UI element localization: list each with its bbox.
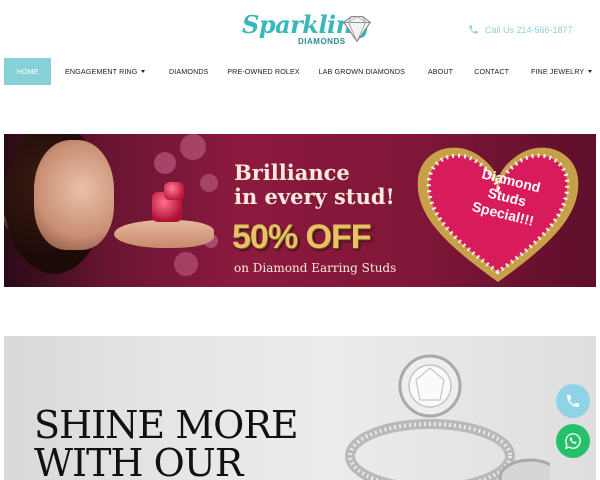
nav-label: HOME <box>16 67 39 76</box>
nav-item-lab-grown-diamonds[interactable]: LAB GROWN DIAMONDS <box>313 58 411 85</box>
site-logo[interactable]: Sparkling DIAMONDS <box>238 10 378 50</box>
whatsapp-icon <box>564 433 581 450</box>
phone-text: Call Us 214-566-1877 <box>485 24 573 35</box>
nav-label: PRE-OWNED ROLEX <box>227 67 300 76</box>
diamond-icon <box>343 16 371 43</box>
hero-title: SHINE MORE WITH OUR <box>34 403 299 480</box>
model-hand <box>114 220 214 248</box>
nav-label: DIAMONDS <box>169 67 209 76</box>
call-button[interactable] <box>556 384 590 418</box>
bokeh-light <box>200 174 218 192</box>
bokeh-light <box>174 252 198 276</box>
nav-label: ABOUT <box>427 67 454 76</box>
whatsapp-button[interactable] <box>556 424 590 458</box>
bokeh-light <box>154 152 176 174</box>
nav-label: LAB GROWN DIAMONDS <box>318 67 406 76</box>
engagement-ring-image <box>345 354 550 480</box>
chevron-down-icon <box>588 70 593 73</box>
hero-section: SHINE MORE WITH OUR <box>4 336 596 480</box>
banner-subline: on Diamond Earring Studs <box>234 261 397 275</box>
site-header: Sparkling DIAMONDS Call Us 214-566-1877 <box>0 0 600 58</box>
nav-item-pre-owned-rolex[interactable]: PRE-OWNED ROLEX <box>222 58 304 85</box>
promo-banner[interactable]: Brilliance in every stud! 50% OFF on Dia… <box>4 134 596 287</box>
banner-offer: 50% OFF <box>232 218 371 256</box>
nav-item-diamonds[interactable]: DIAMONDS <box>159 58 218 85</box>
banner-headline-1: Brilliance <box>234 160 350 185</box>
nav-item-about[interactable]: ABOUT <box>421 58 460 85</box>
phone-icon <box>567 395 579 407</box>
hero-title-line-1: SHINE MORE <box>34 403 299 447</box>
nav-label: FINE JEWELRY <box>530 67 585 76</box>
nav-label: CONTACT <box>474 67 510 76</box>
ring-box-lid <box>164 182 184 200</box>
nav-item-engagement-ring[interactable]: ENGAGEMENT RING <box>57 58 153 85</box>
header-phone-link[interactable]: Call Us 214-566-1877 <box>468 24 573 35</box>
nav-label: ENGAGEMENT RING <box>65 67 138 76</box>
banner-headline-2: in every stud! <box>234 184 395 209</box>
phone-icon <box>469 25 478 34</box>
bokeh-light <box>180 134 206 160</box>
nav-item-home[interactable]: HOME <box>4 58 52 85</box>
nav-item-fine-jewelry[interactable]: FINE JEWELRY <box>527 58 596 85</box>
main-nav: HOME ENGAGEMENT RING DIAMONDS PRE-OWNED … <box>4 58 596 85</box>
model-face <box>34 140 114 250</box>
chevron-down-icon <box>141 70 146 73</box>
hero-title-line-2: WITH OUR <box>34 441 243 480</box>
nav-item-contact[interactable]: CONTACT <box>468 58 515 85</box>
